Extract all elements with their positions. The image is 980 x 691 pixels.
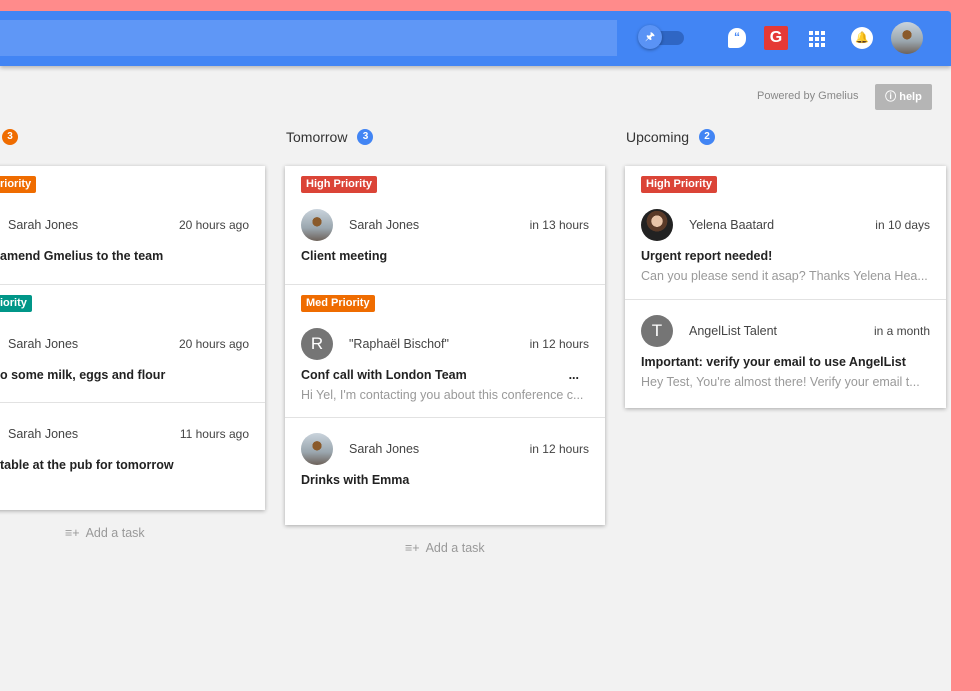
due-time: 11 hours ago xyxy=(179,427,249,441)
priority-badge: riority xyxy=(0,176,37,193)
task-title: Urgent report needed! xyxy=(641,249,773,263)
column-header: Tomorrow 3 xyxy=(286,129,374,145)
more-indicator: ... xyxy=(568,368,579,382)
hangouts-icon[interactable]: “ xyxy=(725,26,749,50)
column-title: Upcoming xyxy=(626,129,690,145)
sender-name: Yelena Baatard xyxy=(689,218,775,232)
account-avatar[interactable] xyxy=(891,22,923,54)
task-title: amend Gmelius to the team xyxy=(0,249,164,263)
task-title: Drinks with Emma xyxy=(301,473,410,487)
priority-badge: High Priority xyxy=(641,176,718,193)
task-item[interactable]: riority Sarah Jones 20 hours ago amend Gm… xyxy=(0,166,265,284)
count-badge: 3 xyxy=(2,129,18,145)
due-time: 20 hours ago xyxy=(178,218,249,232)
avatar: T xyxy=(641,315,673,347)
help-label: help xyxy=(899,91,922,103)
task-title: Conf call with London Team xyxy=(301,368,467,382)
sender-name: AngelList Talent xyxy=(689,324,778,338)
task-title: Important: verify your email to use Ange… xyxy=(641,355,906,369)
count-badge: 3 xyxy=(357,129,374,145)
app-window: 🖈 “ G 🔔 Powered by Gmelius ⓘ help 3 rior… xyxy=(0,11,951,691)
playlist-add-icon: ≡+ xyxy=(405,541,420,555)
avatar xyxy=(301,209,333,241)
help-button[interactable]: ⓘ help xyxy=(875,84,932,110)
pin-toggle[interactable]: 🖈 xyxy=(638,25,684,49)
playlist-add-icon: ≡+ xyxy=(65,526,80,540)
add-task-button[interactable]: ≡+ Add a task xyxy=(65,526,145,540)
avatar xyxy=(641,209,673,241)
task-item[interactable]: High Priority Sarah Jones in 13 hours Cli… xyxy=(285,166,605,284)
due-time: in 12 hours xyxy=(529,337,589,351)
due-time: in a month xyxy=(873,324,930,338)
task-title: table at the pub for tomorrow xyxy=(0,458,174,472)
gmelius-icon[interactable]: G xyxy=(764,26,788,50)
add-task-button[interactable]: ≡+ Add a task xyxy=(405,541,485,555)
top-bar: 🖈 “ G 🔔 xyxy=(0,11,951,66)
due-time: in 12 hours xyxy=(529,442,589,456)
powered-by: Powered by Gmelius xyxy=(757,90,859,102)
priority-badge: Med Priority xyxy=(301,295,375,312)
task-item[interactable]: T AngelList Talent in a month Important: v… xyxy=(625,299,946,408)
task-item[interactable]: Sarah Jones in 12 hours Drinks with Emma xyxy=(285,417,605,525)
task-title: o some milk, eggs and flour xyxy=(0,368,166,382)
column-header: 3 xyxy=(2,129,18,145)
sender-name: Sarah Jones xyxy=(8,427,79,441)
task-item[interactable]: Sarah Jones 11 hours ago table at the pub… xyxy=(0,402,265,510)
sender-name: Sarah Jones xyxy=(349,442,420,456)
bell-icon[interactable]: 🔔 xyxy=(851,27,873,49)
apps-grid-icon[interactable] xyxy=(806,26,830,50)
task-item[interactable]: High Priority Yelena Baatard in 10 days U… xyxy=(625,166,946,299)
column-title: Tomorrow xyxy=(286,129,348,145)
avatar xyxy=(301,433,333,465)
help-icon: ⓘ xyxy=(885,91,897,103)
task-column-card: High Priority Sarah Jones in 13 hours Cli… xyxy=(285,166,605,525)
add-task-label: Add a task xyxy=(425,541,485,555)
task-item[interactable]: Med Priority R "Raphaël Bischof" in 12 hou… xyxy=(285,284,605,417)
task-snippet: Can you please send it asap? Thanks Yele… xyxy=(641,269,928,283)
due-time: in 13 hours xyxy=(529,218,589,232)
sender-name: Sarah Jones xyxy=(8,337,79,351)
task-title: Client meeting xyxy=(301,249,388,263)
sender-name: Sarah Jones xyxy=(8,218,79,232)
sender-name: Sarah Jones xyxy=(349,218,420,232)
due-time: in 10 days xyxy=(875,218,930,232)
avatar: R xyxy=(301,328,333,360)
pin-icon: 🖈 xyxy=(638,25,662,49)
search-input[interactable] xyxy=(0,20,617,56)
add-task-label: Add a task xyxy=(85,526,145,540)
due-time: 20 hours ago xyxy=(178,337,249,351)
priority-badge: High Priority xyxy=(301,176,378,193)
column-header: Upcoming 2 xyxy=(626,129,716,145)
task-column-card: riority Sarah Jones 20 hours ago amend Gm… xyxy=(0,166,265,510)
task-snippet: Hi Yel, I'm contacting you about this co… xyxy=(301,388,584,402)
sender-name: "Raphaël Bischof" xyxy=(349,337,449,351)
task-column-card: High Priority Yelena Baatard in 10 days U… xyxy=(625,166,946,408)
task-item[interactable]: iority Sarah Jones 20 hours ago o some mi… xyxy=(0,284,265,402)
count-badge: 2 xyxy=(699,129,716,145)
priority-badge: iority xyxy=(0,295,32,312)
task-snippet: Hey Test, You're almost there! Verify yo… xyxy=(641,375,920,389)
